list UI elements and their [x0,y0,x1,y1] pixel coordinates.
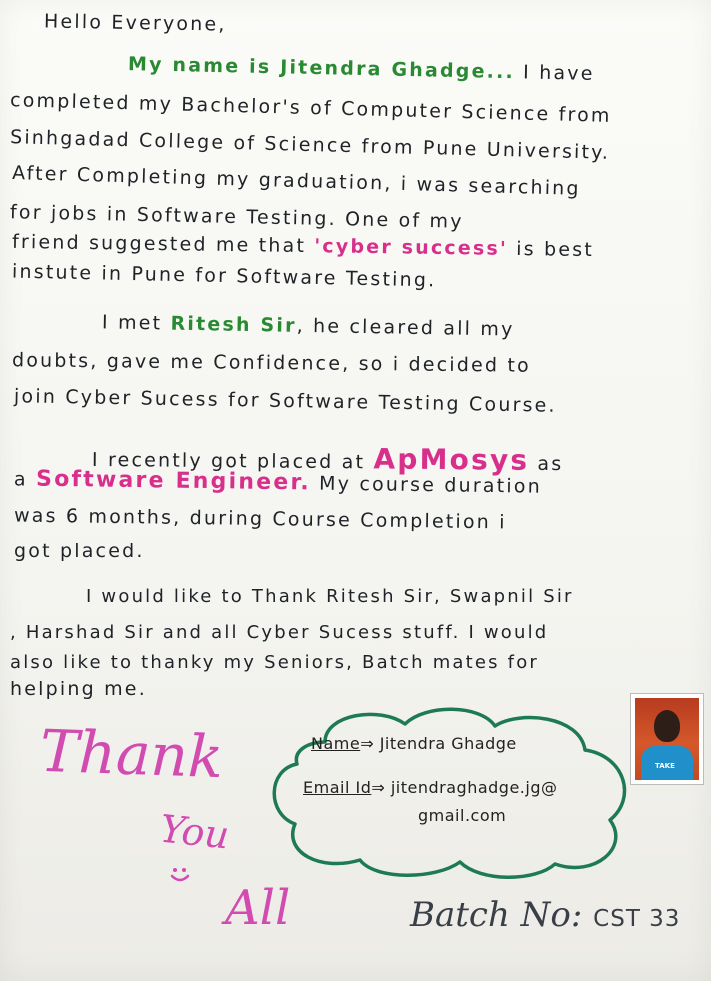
letter-line: doubts, gave me Confidence, so i decided… [11,349,532,377]
letter-line: Sinhgadad College of Science from Pune U… [9,126,611,164]
face-icon [654,710,680,742]
job-title-highlight: Software Engineer. [35,466,312,496]
email-domain: gmail.com [418,806,507,825]
you-word: You [157,806,232,858]
thank-word: Thank [38,716,225,792]
batch-label: Batch No: [410,895,583,935]
letter-line: instute in Pune for Software Testing. [11,260,437,292]
arrow-icon: ⇒ [360,734,375,753]
letter-line: completed my Bachelor's of Computer Scie… [9,89,612,127]
arrow-icon: ⇒ [371,778,386,797]
batch-code: CST 33 [593,906,681,932]
letter-line: , Harshad Sir and all Cyber Sucess stuff… [10,622,549,643]
email-value: jitendraghadge.jg@ [390,778,558,797]
letter-line: for jobs in Software Testing. One of my [9,201,464,233]
photo-stamp: TAKE [655,762,675,770]
name-label: Name [311,734,361,753]
letter-line: got placed. [14,540,145,562]
smiley-icon [170,868,190,882]
email-label: Email Id [303,778,372,797]
letter-line: I met Ritesh Sir, he cleared all my [101,311,515,341]
greeting: Hello Everyone, [43,10,227,36]
ritesh-highlight: Ritesh Sir [170,312,297,337]
intro-highlight: My name is Jitendra Ghadge... [127,53,516,84]
profile-photo: TAKE [630,693,704,785]
letter-line: After Completing my graduation, i was se… [11,162,582,200]
name-value: Jitendra Ghadge [379,734,517,753]
batch-number: Batch No: CST 33 [410,895,680,935]
letter-line: friend suggested me that 'cyber success'… [11,230,595,262]
letter-paper: Hello Everyone, My name is Jitendra Ghad… [0,0,711,981]
letter-line: also like to thanky my Seniors, Batch ma… [10,652,540,673]
letter-line: I would like to Thank Ritesh Sir, Swapni… [86,586,574,607]
all-word: All [225,880,291,936]
cyber-success-highlight: 'cyber success' [314,235,509,260]
contact-name-row: Name⇒ Jitendra Ghadge [311,734,517,753]
letter-line: was 6 months, during Course Completion i [13,504,507,534]
letter-line: My name is Jitendra Ghadge... I have [127,53,595,85]
letter-line: join Cyber Sucess for Software Testing C… [13,385,557,417]
contact-email-row: Email Id⇒ jitendraghadge.jg@ [303,778,558,797]
letter-line: helping me. [10,678,147,700]
